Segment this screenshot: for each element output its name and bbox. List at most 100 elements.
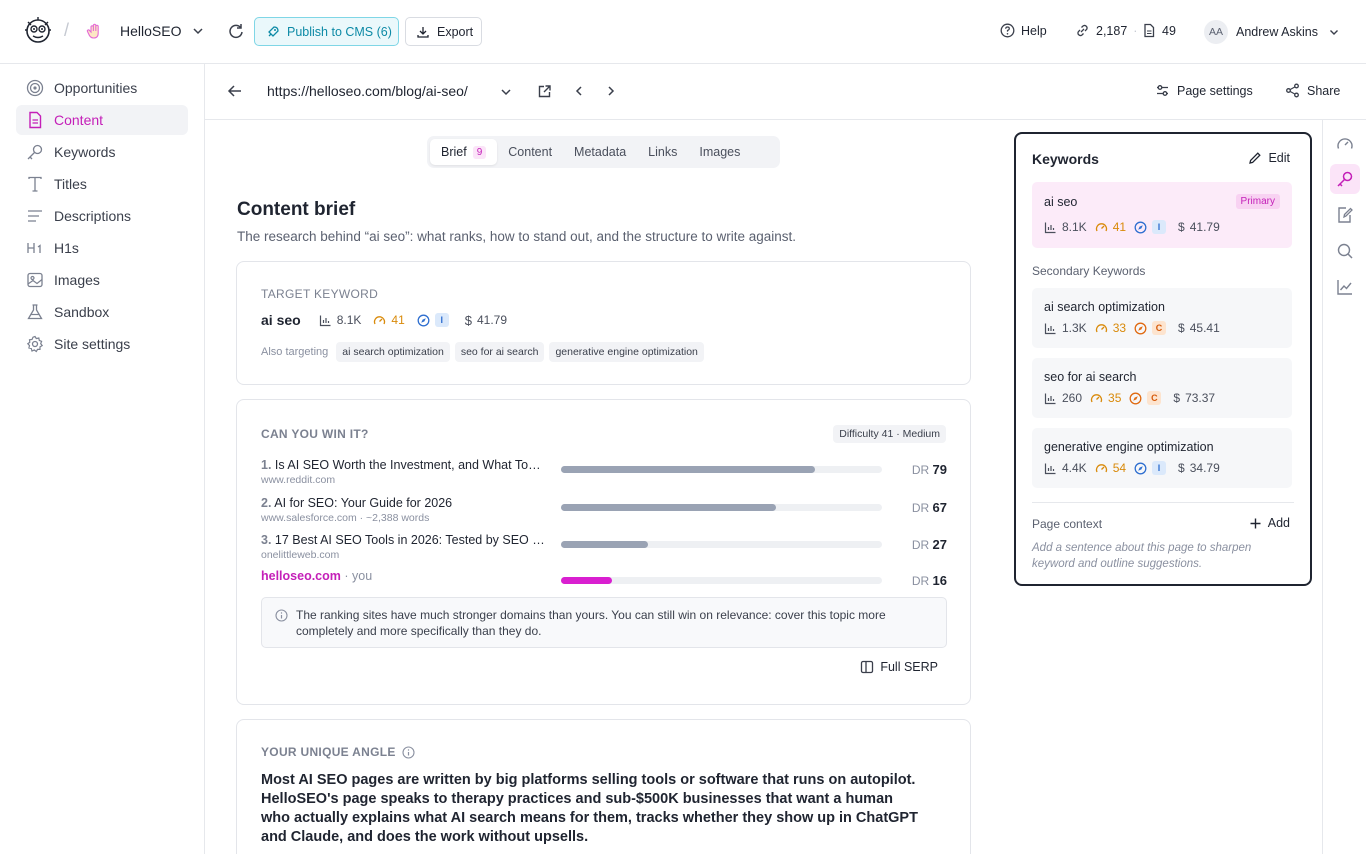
- difficulty-value: 33: [1112, 321, 1127, 335]
- page-context-placeholder[interactable]: Add a sentence about this page to sharpe…: [1032, 540, 1282, 572]
- serp-row[interactable]: 1. Is AI SEO Worth the Investment, and W…: [261, 458, 947, 488]
- sidebar-item-label: Site settings: [54, 336, 131, 352]
- sidebar-item-opportunities[interactable]: Opportunities: [16, 73, 188, 103]
- compass-icon: [1129, 392, 1142, 404]
- avatar: AA: [1204, 20, 1228, 44]
- key-icon: [27, 144, 43, 160]
- dr-value: 27: [932, 537, 947, 552]
- chevron-down-icon: [1329, 30, 1338, 35]
- chevron-right-icon[interactable]: [604, 84, 618, 98]
- intent-badge: I: [434, 313, 449, 327]
- dr-score: DR 67: [912, 500, 947, 515]
- publish-to-cms-button[interactable]: Publish to CMS (6): [254, 17, 399, 46]
- compass-icon: [1134, 462, 1147, 474]
- publish-label: Publish to CMS (6): [287, 24, 392, 39]
- add-context-button[interactable]: Add: [1249, 516, 1290, 530]
- link-icon: [1077, 24, 1088, 37]
- links-counter[interactable]: 2,187 ·: [1075, 23, 1137, 38]
- rail-analytics[interactable]: [1330, 272, 1360, 302]
- sidebar-item-images[interactable]: Images: [16, 265, 188, 295]
- rail-search[interactable]: [1330, 236, 1360, 266]
- target-icon: [26, 79, 44, 97]
- tab-metadata[interactable]: Metadata: [563, 139, 637, 165]
- export-button[interactable]: Export: [405, 17, 482, 46]
- tab-links[interactable]: Links: [637, 139, 688, 165]
- keyword-metrics: 260 35 C $73.37: [1044, 391, 1215, 405]
- user-menu[interactable]: AA Andrew Askins: [1204, 20, 1340, 44]
- tab-content[interactable]: Content: [497, 139, 563, 165]
- sidebar-item-site-settings[interactable]: Site settings: [16, 329, 188, 359]
- sidebar-item-content[interactable]: Content: [16, 105, 188, 135]
- chevron-left-icon[interactable]: [572, 84, 586, 98]
- secondary-keyword-card[interactable]: ai search optimization 1.3K 33 C $45.41: [1032, 288, 1292, 348]
- tab-brief[interactable]: Brief 9: [430, 139, 498, 165]
- serp-row[interactable]: 2. AI for SEO: Your Guide for 2026 www.s…: [261, 496, 947, 526]
- right-rail: [1322, 120, 1366, 854]
- external-link-icon[interactable]: [537, 84, 552, 99]
- rail-keywords[interactable]: [1330, 164, 1360, 194]
- sidebar-item-descriptions[interactable]: Descriptions: [16, 201, 188, 231]
- refresh-icon[interactable]: [227, 22, 245, 40]
- tab-images[interactable]: Images: [688, 139, 751, 165]
- sidebar-item-sandbox[interactable]: Sandbox: [16, 297, 188, 327]
- logo-icon[interactable]: [22, 14, 54, 46]
- chevron-down-icon[interactable]: [499, 85, 513, 99]
- sidebar-item-label: Descriptions: [54, 208, 132, 224]
- sidebar-item-h1s[interactable]: H1s: [16, 233, 188, 263]
- rail-editor[interactable]: [1330, 200, 1360, 230]
- volume-value: 4.4K: [1062, 461, 1087, 475]
- gauge-icon: [1095, 323, 1107, 332]
- pages-counter[interactable]: 49: [1142, 23, 1176, 38]
- bar-chart-icon: [1044, 463, 1056, 474]
- sidebar-item-keywords[interactable]: Keywords: [16, 137, 188, 167]
- help-button[interactable]: Help: [1000, 23, 1047, 38]
- cpc-metric: $34.79: [1178, 461, 1220, 475]
- volume-metric: 4.4K: [1044, 461, 1087, 475]
- sidebar-item-label: Images: [54, 272, 100, 288]
- primary-keyword-card[interactable]: ai seo Primary 8.1K 41 I $41.79: [1032, 182, 1292, 248]
- serp-domain: onelittleweb.com: [261, 549, 340, 561]
- secondary-keyword-card[interactable]: generative engine optimization 4.4K 54 I…: [1032, 428, 1292, 488]
- info-icon[interactable]: [402, 745, 415, 759]
- also-targeting-chip[interactable]: generative engine optimization: [549, 342, 704, 362]
- page-title: Content brief: [237, 199, 356, 220]
- cpc-value: 41.79: [476, 313, 508, 327]
- secondary-keyword: ai search optimization: [1044, 300, 1165, 314]
- compass-icon: [1134, 221, 1147, 233]
- edit-keywords-button[interactable]: Edit: [1248, 151, 1290, 165]
- serp-title-text: 17 Best AI SEO Tools in 2026: Tested by …: [274, 533, 546, 547]
- dr-bar-track: [561, 577, 882, 584]
- primary-badge: Primary: [1235, 194, 1280, 209]
- cpc-metric: $ 41.79: [465, 313, 507, 328]
- workspace-name[interactable]: HelloSEO: [120, 23, 181, 39]
- back-arrow-icon[interactable]: [227, 83, 243, 99]
- share-button[interactable]: Share: [1285, 83, 1340, 98]
- can-you-win-card: CAN YOU WIN IT? Difficulty 41 · Medium 1…: [236, 399, 971, 705]
- volume-metric: 8.1K: [319, 313, 361, 327]
- edit-document-icon: [1338, 207, 1353, 223]
- full-serp-button[interactable]: Full SERP: [860, 660, 938, 674]
- page-settings-button[interactable]: Page settings: [1155, 83, 1253, 98]
- secondary-keyword: seo for ai search: [1044, 370, 1137, 384]
- secondary-keyword-card[interactable]: seo for ai search 260 35 C $73.37: [1032, 358, 1292, 418]
- secondary-keywords-label: Secondary Keywords: [1032, 264, 1146, 278]
- intent-metric: C: [1129, 391, 1162, 405]
- sidebar-item-titles[interactable]: Titles: [16, 169, 188, 199]
- page-icon: [1144, 23, 1155, 38]
- dr-label: DR: [911, 501, 930, 515]
- dollar-icon: $: [1178, 321, 1185, 335]
- chevron-down-icon[interactable]: [191, 24, 205, 38]
- share-icon: [1286, 83, 1299, 98]
- dr-value: 16: [932, 573, 947, 588]
- serp-row[interactable]: 3. 17 Best AI SEO Tools in 2026: Tested …: [261, 533, 947, 563]
- also-targeting-chip[interactable]: ai search optimization: [336, 342, 450, 362]
- page-url[interactable]: https://helloseo.com/blog/ai-seo/: [267, 83, 468, 99]
- intent-metric: C: [1134, 321, 1167, 335]
- serp-rank: 3.: [261, 533, 272, 547]
- rail-performance[interactable]: [1330, 129, 1360, 159]
- speedometer-icon: [1337, 138, 1353, 149]
- tab-count-badge: 9: [472, 145, 487, 159]
- cpc-metric: $73.37: [1173, 391, 1215, 405]
- volume-value: 260: [1062, 391, 1083, 405]
- also-targeting-chip[interactable]: seo for ai search: [454, 342, 545, 362]
